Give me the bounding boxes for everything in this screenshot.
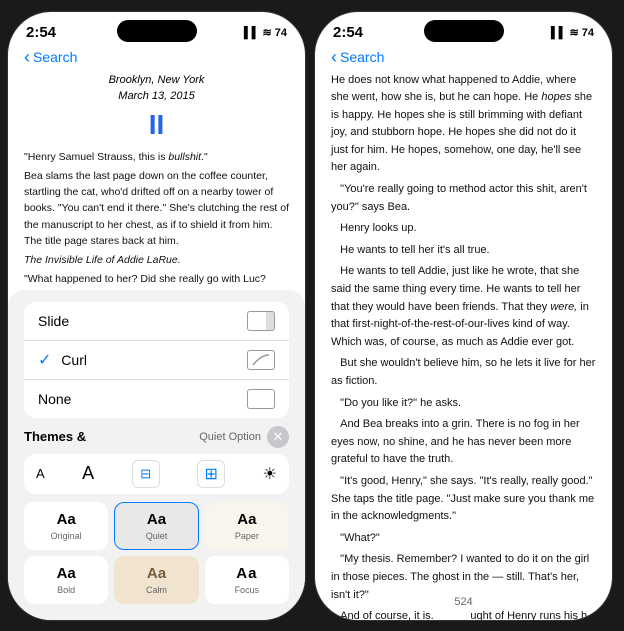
nav-bar-right: Search <box>315 45 612 72</box>
nav-bar-left: Search <box>8 45 305 72</box>
none-icon <box>247 389 275 409</box>
app-container: 2:54 ▌▌ ≋ 74 Search Brooklyn, New YorkMa… <box>7 11 617 621</box>
page-number: 524 <box>454 596 472 608</box>
font-increase-button[interactable]: ⊞ <box>197 460 225 488</box>
theme-paper[interactable]: Aa Paper <box>205 502 289 550</box>
curl-icon <box>247 350 275 370</box>
theme-paper-label: Paper <box>235 531 259 541</box>
theme-bold-aa: Aa <box>57 565 76 582</box>
theme-focus[interactable]: Aa Focus <box>205 556 289 604</box>
back-button-left[interactable]: Search <box>24 47 289 68</box>
transition-none[interactable]: None <box>24 380 289 418</box>
theme-quiet[interactable]: Aa Quiet <box>114 502 198 550</box>
book-content-left: Brooklyn, New YorkMarch 13, 2015 II "Hen… <box>8 72 305 620</box>
status-icons-right: ▌▌ ≋ 74 <box>551 26 594 39</box>
chapter-number: II <box>24 109 289 141</box>
quiet-option-label: Quiet Option <box>199 431 261 443</box>
themes-label: Themes & <box>24 429 86 444</box>
theme-calm-label: Calm <box>146 585 167 595</box>
theme-paper-aa: Aa <box>237 511 256 528</box>
right-phone: 2:54 ▌▌ ≋ 74 Search He does not know wha… <box>314 11 613 621</box>
theme-original-aa: Aa <box>57 511 76 528</box>
time-right: 2:54 <box>333 24 363 41</box>
book-content-right: He does not know what happened to Addie,… <box>315 72 612 620</box>
theme-bold[interactable]: Aa Bold <box>24 556 108 604</box>
transition-slide[interactable]: Slide <box>24 302 289 341</box>
time-left: 2:54 <box>26 24 56 41</box>
transition-curl[interactable]: ✓ Curl <box>24 341 289 380</box>
theme-bold-label: Bold <box>57 585 75 595</box>
themes-header: Themes & Quiet Option ✕ <box>24 426 289 448</box>
left-phone: 2:54 ▌▌ ≋ 74 Search Brooklyn, New YorkMa… <box>7 11 306 621</box>
theme-focus-label: Focus <box>235 585 260 595</box>
theme-quiet-aa: Aa <box>147 511 166 528</box>
font-large-label: A <box>82 463 94 484</box>
theme-quiet-label: Quiet <box>146 531 168 541</box>
close-button[interactable]: ✕ <box>267 426 289 448</box>
theme-calm-aa: Aa <box>147 565 166 582</box>
right-book-text: He does not know what happened to Addie,… <box>331 72 596 620</box>
theme-grid: Aa Original Aa Quiet Aa Paper Aa Bold <box>24 502 289 604</box>
slide-icon <box>247 311 275 331</box>
theme-focus-aa: Aa <box>236 565 257 582</box>
transition-options: Slide ✓ Curl None <box>24 302 289 418</box>
status-icons-left: ▌▌ ≋ 74 <box>244 26 287 39</box>
book-header: Brooklyn, New YorkMarch 13, 2015 <box>24 72 289 105</box>
brightness-icon: ☀ <box>263 464 277 484</box>
overlay-panel: Slide ✓ Curl None <box>8 290 305 620</box>
font-controls-row: A A ⊟ ⊞ ☀ <box>24 454 289 494</box>
status-bar-left: 2:54 ▌▌ ≋ 74 <box>8 12 305 45</box>
status-bar-right: 2:54 ▌▌ ≋ 74 <box>315 12 612 45</box>
theme-calm[interactable]: Aa Calm <box>114 556 198 604</box>
back-button-right[interactable]: Search <box>331 47 596 68</box>
theme-original[interactable]: Aa Original <box>24 502 108 550</box>
font-decrease-button[interactable]: ⊟ <box>132 460 160 488</box>
theme-original-label: Original <box>51 531 82 541</box>
font-small-label: A <box>36 466 45 481</box>
